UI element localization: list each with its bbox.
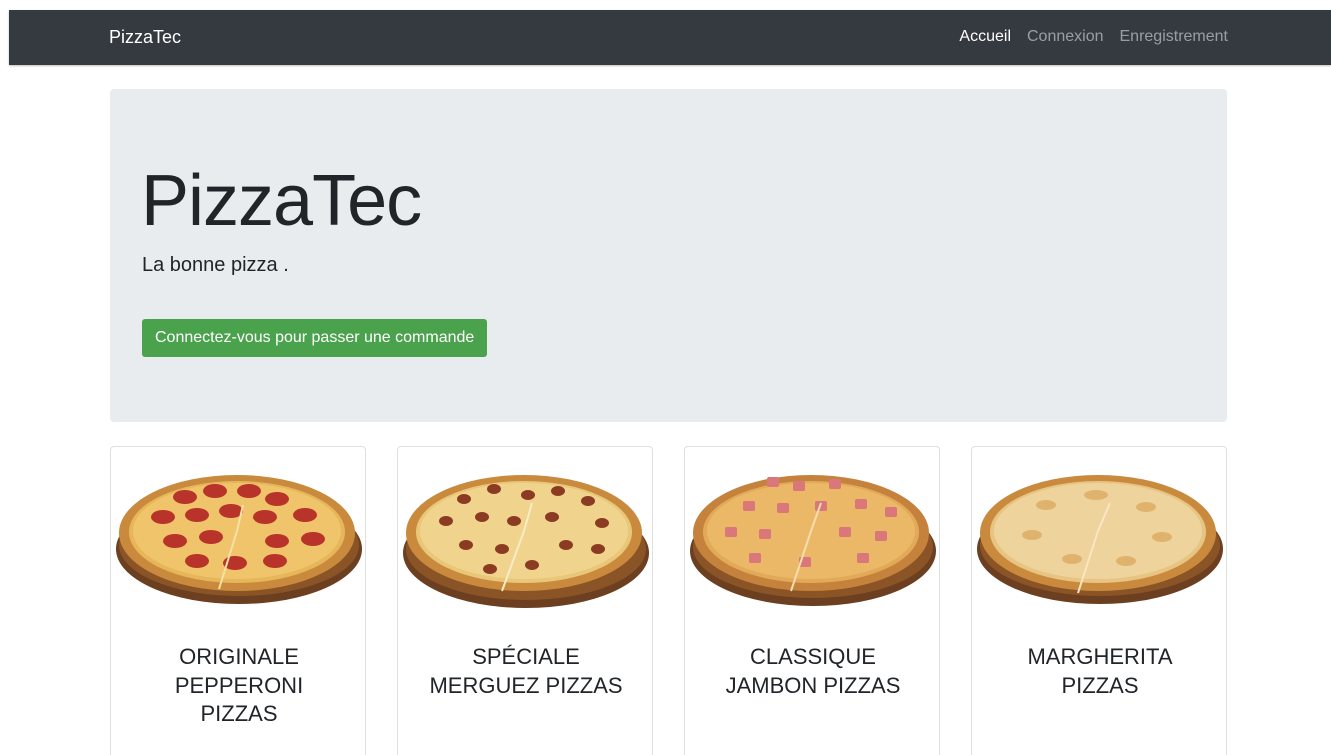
pizza-image-margherita: [977, 475, 1223, 604]
hero-title: PizzaTec: [141, 161, 422, 241]
top-navbar: PizzaTec Accueil Connexion Enregistremen…: [9, 10, 1331, 65]
nav-link-connexion[interactable]: Connexion: [1027, 27, 1104, 47]
pizza-card-title: SPÉCIALE MERGUEZ PIZZAS: [429, 644, 623, 698]
navbar-brand[interactable]: PizzaTec: [109, 26, 181, 48]
pizza-card-title: ORIGINALE PEPPERONI PIZZAS: [174, 644, 304, 726]
pizza-card-margherita[interactable]: MARGHERITA PIZZAS: [971, 446, 1227, 755]
pizza-image-merguez: [403, 475, 649, 608]
login-to-order-button[interactable]: Connectez-vous pour passer une commande: [142, 319, 488, 357]
nav-link-accueil[interactable]: Accueil: [959, 27, 1011, 47]
pizza-card-jambon[interactable]: CLASSIQUE JAMBON PIZZAS: [684, 446, 940, 755]
pizza-card-merguez[interactable]: SPÉCIALE MERGUEZ PIZZAS: [397, 446, 653, 755]
pizza-card-pepperoni[interactable]: ORIGINALE PEPPERONI PIZZAS: [110, 446, 366, 755]
page: PizzaTec Accueil Connexion Enregistremen…: [0, 0, 1331, 755]
hero-jumbotron: PizzaTec La bonne pizza . Connectez-vous…: [110, 89, 1227, 422]
nav-links: Accueil Connexion Enregistrement: [959, 27, 1228, 47]
pizza-image-pepperoni: [116, 475, 362, 604]
pizza-card-title: MARGHERITA PIZZAS: [1027, 644, 1173, 698]
nav-link-enregistrement[interactable]: Enregistrement: [1120, 27, 1229, 47]
hero-lead: La bonne pizza .: [142, 254, 289, 276]
pizza-card-title: CLASSIQUE JAMBON PIZZAS: [725, 644, 901, 698]
pizza-image-jambon: [690, 475, 936, 606]
